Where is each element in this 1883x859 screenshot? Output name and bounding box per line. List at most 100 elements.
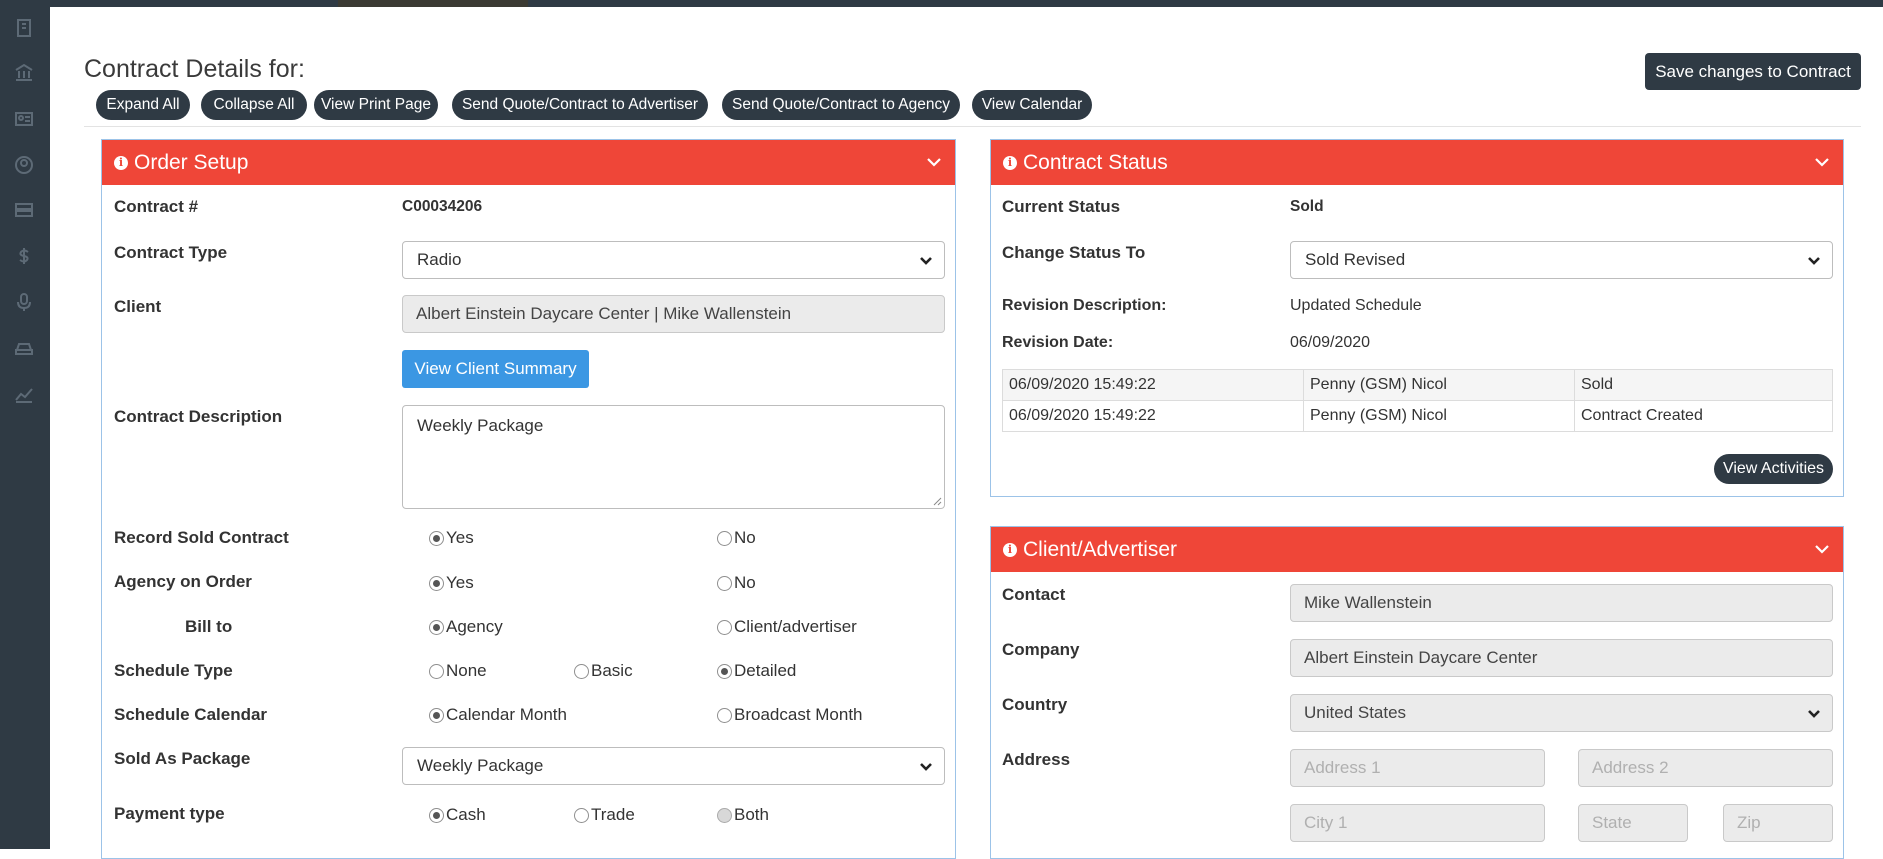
contract-status-title: Contract Status <box>1023 150 1168 174</box>
change-status-value: Sold Revised <box>1305 250 1406 269</box>
country-value: United States <box>1304 703 1407 722</box>
sold-as-package-select[interactable]: Weekly Package <box>402 747 945 785</box>
top-bar-segment <box>338 0 528 7</box>
radio-checked-icon <box>717 663 732 679</box>
record-sold-no-radio[interactable]: No <box>717 528 756 548</box>
line-chart-icon[interactable] <box>13 383 35 405</box>
radio-label: No <box>734 528 756 547</box>
info-icon: i <box>114 155 128 170</box>
radio-unchecked-icon <box>717 530 732 546</box>
contract-description-textarea[interactable]: Weekly Package <box>402 405 945 509</box>
client-label: Client <box>114 297 162 316</box>
radio-checked-icon <box>429 619 444 635</box>
radio-label: Client/advertiser <box>734 617 857 636</box>
microphone-icon[interactable] <box>13 291 35 313</box>
payment-trade-radio[interactable]: Trade <box>574 805 635 825</box>
send-to-advertiser-button[interactable]: Send Quote/Contract to Advertiser <box>452 90 708 120</box>
contract-type-select[interactable]: Radio <box>402 241 945 279</box>
radio-label: Both <box>734 805 769 824</box>
client-field[interactable]: Albert Einstein Daycare Center | Mike Wa… <box>402 295 945 333</box>
agency-on-order-no-radio[interactable]: No <box>717 573 756 593</box>
chevron-down-icon <box>918 253 934 269</box>
collapse-all-button[interactable]: Collapse All <box>201 90 307 120</box>
radio-label: Cash <box>446 805 486 824</box>
radio-unchecked-icon <box>574 807 589 823</box>
radio-label: Calendar Month <box>446 705 567 724</box>
chevron-down-icon[interactable] <box>1813 153 1831 171</box>
send-to-agency-button[interactable]: Send Quote/Contract to Agency <box>722 90 960 120</box>
agency-on-order-yes-radio[interactable]: Yes <box>429 573 474 593</box>
contract-type-label: Contract Type <box>114 243 228 262</box>
view-calendar-button[interactable]: View Calendar <box>972 90 1092 120</box>
country-label: Country <box>1002 695 1068 714</box>
radio-checked-icon <box>429 575 444 591</box>
country-select[interactable]: United States <box>1290 694 1833 732</box>
radio-label: No <box>734 573 756 592</box>
zip-input[interactable]: Zip <box>1723 804 1833 842</box>
current-status-label: Current Status <box>1002 197 1121 216</box>
contract-description-label: Contract Description <box>114 407 283 426</box>
radio-label: Basic <box>591 661 633 680</box>
building-icon[interactable] <box>13 17 35 39</box>
sidebar <box>0 0 50 849</box>
order-setup-title: Order Setup <box>134 150 249 174</box>
bill-to-agency-radio[interactable]: Agency <box>429 617 503 637</box>
chevron-down-icon[interactable] <box>925 153 943 171</box>
radio-unchecked-icon <box>429 663 444 679</box>
chevron-down-icon[interactable] <box>1813 540 1831 558</box>
company-field[interactable]: Albert Einstein Daycare Center <box>1290 639 1833 677</box>
client-advertiser-panel: i Client/Advertiser Contact Mike Wallens… <box>990 526 1844 859</box>
schedule-type-basic-radio[interactable]: Basic <box>574 661 633 681</box>
address1-input[interactable]: Address 1 <box>1290 749 1545 787</box>
radio-checked-icon <box>429 807 444 823</box>
broadcast-month-radio[interactable]: Broadcast Month <box>717 705 863 725</box>
state-input[interactable]: State <box>1578 804 1688 842</box>
table-row: 06/09/2020 15:49:22 Penny (GSM) Nicol Co… <box>1002 400 1833 432</box>
calendar-month-radio[interactable]: Calendar Month <box>429 705 567 725</box>
agency-on-order-label: Agency on Order <box>114 572 252 591</box>
header-divider <box>84 126 1861 127</box>
status-history-table: 06/09/2020 15:49:22 Penny (GSM) Nicol So… <box>1002 369 1833 432</box>
save-contract-button[interactable]: Save changes to Contract <box>1645 53 1861 90</box>
view-client-summary-button[interactable]: View Client Summary <box>402 350 589 388</box>
revision-date-label: Revision Date: <box>1002 334 1114 351</box>
order-setup-header[interactable]: i Order Setup <box>102 140 955 185</box>
payment-both-radio[interactable]: Both <box>717 805 769 825</box>
company-label: Company <box>1002 640 1080 659</box>
radio-label: Trade <box>591 805 635 824</box>
current-status-value: Sold <box>1290 198 1324 215</box>
contract-status-header[interactable]: i Contract Status <box>991 140 1843 185</box>
dollar-icon[interactable] <box>13 245 35 267</box>
city-input[interactable]: City 1 <box>1290 804 1545 842</box>
history-user: Penny (GSM) Nicol <box>1303 400 1575 432</box>
client-advertiser-header[interactable]: i Client/Advertiser <box>991 527 1843 572</box>
radio-label: Yes <box>446 528 474 547</box>
order-setup-panel: i Order Setup Contract # C00034206 Contr… <box>101 139 956 859</box>
view-print-page-button[interactable]: View Print Page <box>314 90 438 120</box>
server-icon[interactable] <box>13 199 35 221</box>
id-card-icon[interactable] <box>13 108 35 130</box>
schedule-type-detailed-radio[interactable]: Detailed <box>717 661 796 681</box>
user-circle-icon[interactable] <box>13 154 35 176</box>
car-icon[interactable] <box>13 337 35 359</box>
bank-icon[interactable] <box>13 62 35 84</box>
history-action: Sold <box>1574 369 1833 401</box>
record-sold-yes-radio[interactable]: Yes <box>429 528 474 548</box>
payment-cash-radio[interactable]: Cash <box>429 805 486 825</box>
radio-unchecked-icon <box>717 575 732 591</box>
client-advertiser-title: Client/Advertiser <box>1023 537 1178 561</box>
view-activities-button[interactable]: View Activities <box>1714 454 1833 484</box>
schedule-type-none-radio[interactable]: None <box>429 661 487 681</box>
change-status-select[interactable]: Sold Revised <box>1290 241 1833 279</box>
contract-number-label: Contract # <box>114 197 199 216</box>
radio-unchecked-icon <box>574 663 589 679</box>
change-status-label: Change Status To <box>1002 243 1146 262</box>
contact-field[interactable]: Mike Wallenstein <box>1290 584 1833 622</box>
expand-all-button[interactable]: Expand All <box>96 90 190 120</box>
address2-input[interactable]: Address 2 <box>1578 749 1833 787</box>
chevron-down-icon <box>1806 253 1822 269</box>
bill-to-client-radio[interactable]: Client/advertiser <box>717 617 857 637</box>
chevron-down-icon <box>1806 706 1822 722</box>
info-icon: i <box>1003 155 1017 170</box>
resize-grip-icon[interactable] <box>932 496 942 506</box>
